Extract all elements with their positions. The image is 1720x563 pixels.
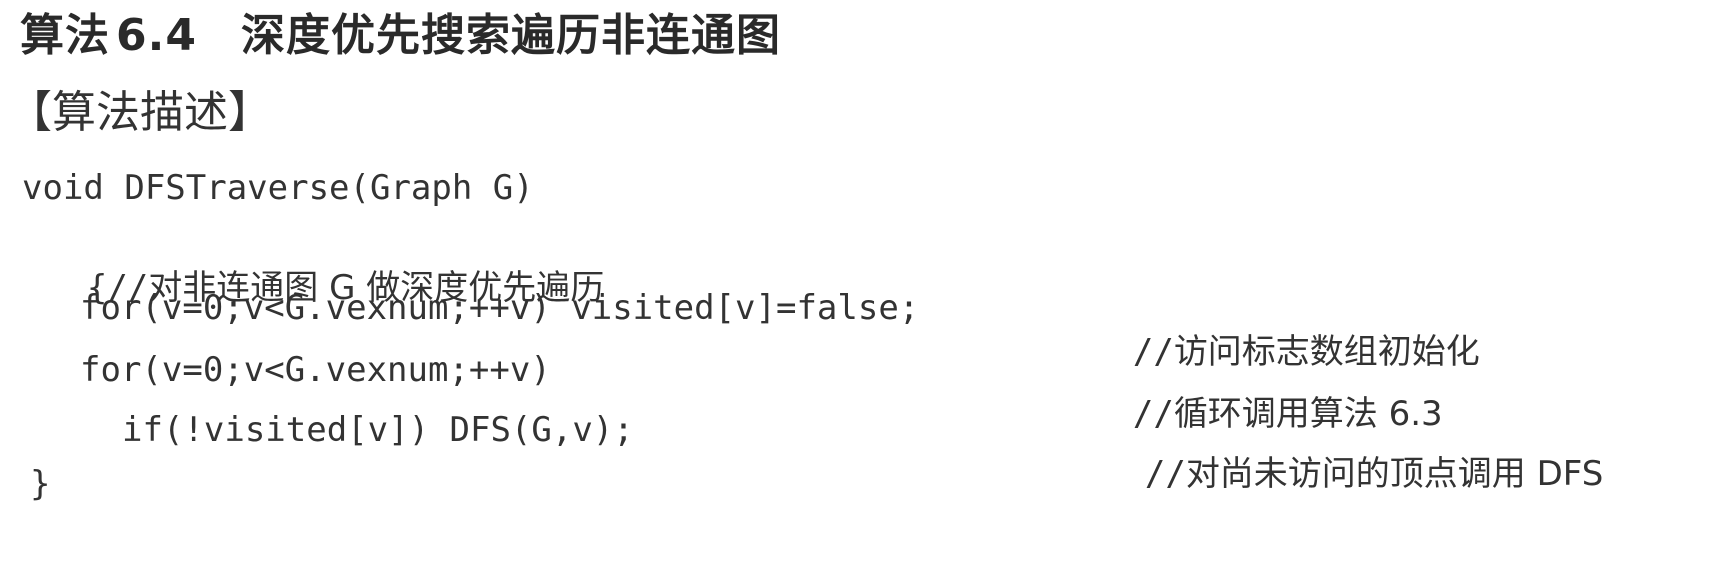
code-brace-close: } <box>30 464 51 504</box>
comment-slashes: // <box>1144 454 1186 494</box>
page: 算法 6.4 深度优先搜索遍历非连通图 【算法描述】 void DFSTravers… <box>0 0 1720 563</box>
comment-text: 对尚未访问的顶点调用 DFS <box>1185 454 1604 494</box>
code-comment-4: //对尚未访问的顶点调用 DFS <box>1080 408 1603 540</box>
code-line-3: for(v=0;v<G.vexnum;++v) visited[v]=false… <box>80 288 920 328</box>
code-line-5: if(!visited[v]) DFS(G,v); <box>122 410 634 450</box>
code-line-1: void DFSTraverse(Graph G) <box>22 168 534 208</box>
code-line-4: for(v=0;v<G.vexnum;++v) <box>80 350 551 390</box>
code-block: void DFSTraverse(Graph G) {//对非连通图 G 做深度… <box>0 0 1720 563</box>
